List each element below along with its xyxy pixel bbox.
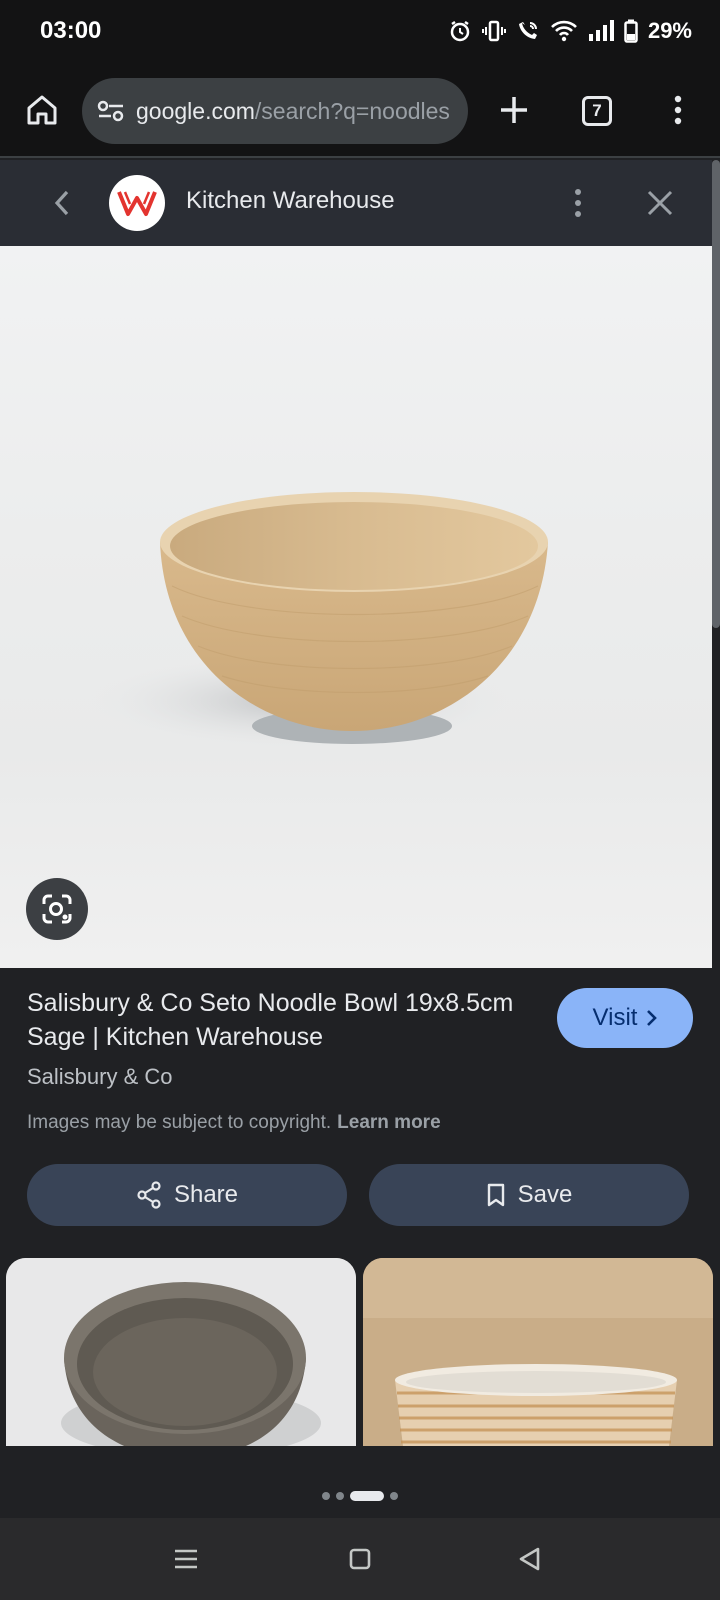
pager-dot (336, 1492, 344, 1500)
copyright-notice: Images may be subject to copyright. Learn… (27, 1112, 441, 1134)
visit-button[interactable]: Visit (557, 988, 693, 1048)
battery-icon (624, 19, 638, 43)
close-button[interactable] (640, 183, 680, 223)
scrollbar-thumb[interactable] (712, 160, 720, 628)
square-home-icon (349, 1548, 371, 1570)
related-image-2[interactable] (363, 1258, 713, 1446)
status-time: 03:00 (40, 17, 102, 44)
product-image[interactable] (0, 246, 712, 968)
pager-dot (322, 1492, 330, 1500)
wifi-icon (551, 20, 577, 42)
grey-bowl-image (6, 1258, 356, 1446)
chevron-left-icon (54, 190, 69, 216)
share-label: Share (173, 1181, 239, 1208)
bookmark-icon (487, 1183, 504, 1207)
wifi-call-icon (518, 22, 537, 39)
url-path: /search?q=noodles (254, 97, 450, 124)
tab-switcher-button[interactable]: 7 (582, 96, 612, 126)
status-bar: 03:00 29% (0, 0, 720, 62)
related-image-1[interactable] (6, 1258, 356, 1446)
url-bar[interactable]: google.com/search?q=noodles (82, 78, 468, 144)
triangle-back-icon (519, 1547, 540, 1571)
site-logo (109, 175, 165, 231)
pager-dot-active (350, 1491, 384, 1501)
kitchen-warehouse-logo-icon (117, 191, 157, 216)
system-nav-bar (0, 1518, 720, 1600)
copyright-text: Images may be subject to copyright. (27, 1112, 332, 1133)
site-name: Kitchen Warehouse (186, 187, 395, 214)
result-title[interactable]: Salisbury & Co Seto Noodle Bowl 19x8.5cm… (27, 986, 527, 1054)
signal-icon (588, 20, 614, 41)
new-tab-button[interactable] (494, 90, 534, 130)
more-vert-icon (575, 189, 581, 217)
home-icon (27, 95, 57, 125)
url-text: google.com/search?q=noodles (136, 98, 450, 125)
noodle-bowl-image (90, 492, 548, 749)
status-icons: 29% (448, 18, 692, 44)
url-host: google.com (136, 97, 255, 124)
vibrate-icon (481, 20, 506, 42)
recents-button[interactable] (168, 1541, 204, 1577)
striped-bowl-image (363, 1258, 713, 1446)
back-button[interactable] (42, 183, 82, 223)
site-more-button[interactable] (560, 183, 596, 223)
chevron-right-icon (647, 1010, 658, 1026)
close-icon (647, 190, 673, 216)
site-settings-icon[interactable] (96, 99, 126, 123)
pager-dot (390, 1492, 398, 1500)
plus-icon (501, 97, 527, 123)
source-name: Salisbury & Co (27, 1064, 173, 1089)
system-back-button[interactable] (512, 1541, 548, 1577)
save-label: Save (517, 1181, 573, 1208)
share-button[interactable]: Share (27, 1164, 347, 1226)
battery-percent: 29% (647, 18, 692, 43)
learn-more-link[interactable]: Learn more (337, 1112, 440, 1133)
site-header: Kitchen Warehouse (0, 160, 720, 246)
share-icon (137, 1181, 161, 1209)
system-home-button[interactable] (342, 1541, 378, 1577)
lens-icon (42, 894, 72, 924)
browser-menu-button[interactable] (660, 90, 696, 130)
carousel-pager (0, 1486, 720, 1506)
browser-toolbar: google.com/search?q=noodles 7 (0, 62, 720, 158)
save-button[interactable]: Save (369, 1164, 689, 1226)
recents-icon (175, 1549, 197, 1569)
more-vert-icon (674, 95, 682, 125)
visit-label: Visit (592, 1004, 638, 1031)
home-button[interactable] (22, 90, 62, 130)
alarm-icon (450, 20, 470, 42)
google-lens-button[interactable] (26, 878, 88, 940)
